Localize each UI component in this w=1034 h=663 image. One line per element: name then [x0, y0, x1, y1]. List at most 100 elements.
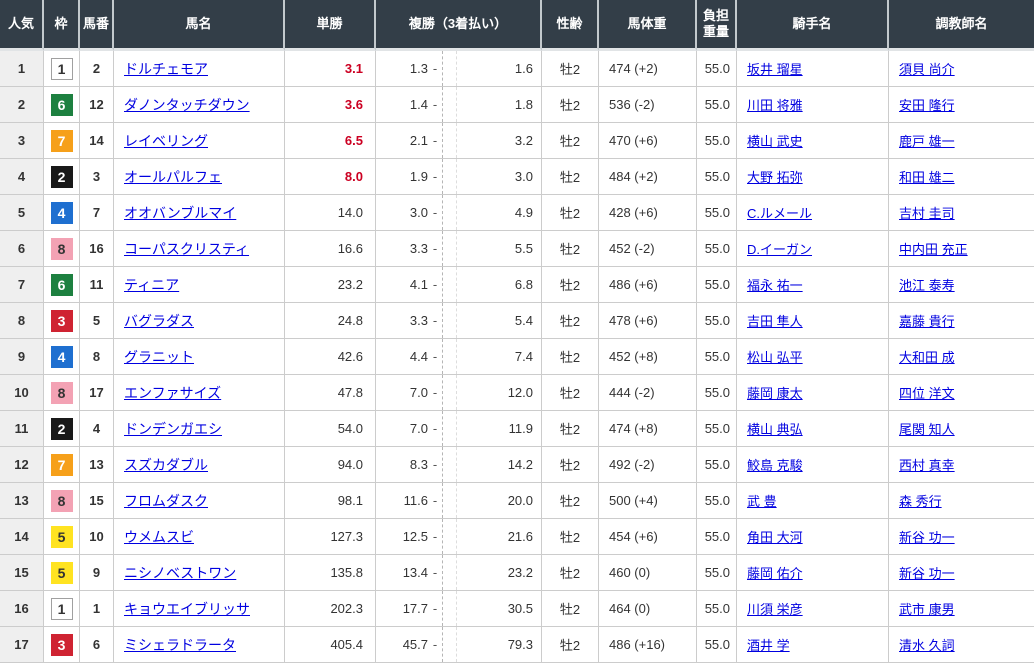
- jockey-link[interactable]: 横山 武史: [747, 134, 803, 149]
- horse-name-link[interactable]: グラニット: [124, 349, 194, 365]
- horse-name-link[interactable]: オールパルフェ: [124, 169, 222, 185]
- horse-name-link[interactable]: ダノンタッチダウン: [124, 97, 250, 113]
- column-header-fukusho: 複勝（3着払い）: [376, 0, 542, 51]
- trainer-link[interactable]: 和田 雄二: [899, 170, 955, 185]
- jockey-link[interactable]: 酒井 学: [747, 638, 790, 653]
- trainer-link[interactable]: 森 秀行: [899, 494, 942, 509]
- horse-name-link[interactable]: ウメムスビ: [124, 529, 194, 545]
- sex-age-value: 牡2: [560, 206, 580, 221]
- jockey-link[interactable]: 福永 祐一: [747, 278, 803, 293]
- popularity-value: 5: [18, 205, 25, 220]
- jockey-link[interactable]: C.ルメール: [747, 206, 812, 221]
- place-odds-high: 79.3: [457, 637, 541, 652]
- jockey-link[interactable]: 川田 将雅: [747, 98, 803, 113]
- popularity-cell: 3: [0, 123, 44, 159]
- trainer-link[interactable]: 新谷 功一: [899, 566, 955, 581]
- horse-name-link[interactable]: スズカダブル: [124, 457, 208, 473]
- sex-age-value: 牡2: [560, 134, 580, 149]
- place-odds-cell: 1.9-3.0: [376, 159, 542, 195]
- trainer-link[interactable]: 嘉藤 貴行: [899, 314, 955, 329]
- trainer-cell: 清水 久詞: [889, 627, 1034, 663]
- horse-weight-cell: 460 (0): [599, 555, 697, 591]
- sex-age-cell: 牡2: [542, 627, 599, 663]
- frame-badge: 8: [51, 238, 73, 260]
- column-header-bataiju: 馬体重: [599, 0, 697, 51]
- trainer-link[interactable]: 鹿戸 雄一: [899, 134, 955, 149]
- trainer-cell: 須貝 尚介: [889, 51, 1034, 87]
- horse-name-link[interactable]: コーパスクリスティ: [124, 241, 249, 257]
- place-odds-range: 4.4-7.4: [376, 339, 541, 374]
- trainer-link[interactable]: 新谷 功一: [899, 530, 955, 545]
- horse-name-cell: ドンデンガエシ: [114, 411, 285, 447]
- win-odds-cell: 127.3: [285, 519, 376, 555]
- jockey-cell: 坂井 瑠星: [737, 51, 889, 87]
- horse-name-link[interactable]: ドルチェモア: [124, 61, 208, 77]
- horse-name-link[interactable]: オオバンブルマイ: [124, 205, 236, 221]
- place-odds-cell: 1.3-1.6: [376, 51, 542, 87]
- carried-weight-cell: 55.0: [697, 303, 737, 339]
- table-row: 1559ニシノベストワン135.813.4-23.2牡2460 (0)55.0藤…: [0, 555, 1034, 591]
- horse-weight-value: 486 (+16): [609, 637, 665, 652]
- win-odds-value: 47.8: [338, 385, 363, 400]
- place-odds-low: 3.3: [376, 313, 428, 328]
- jockey-link[interactable]: 武 豊: [747, 494, 777, 509]
- place-odds-high: 1.8: [457, 97, 541, 112]
- trainer-link[interactable]: 清水 久詞: [899, 638, 955, 653]
- frame-badge: 2: [51, 418, 73, 440]
- jockey-link[interactable]: 藤岡 佑介: [747, 566, 803, 581]
- jockey-link[interactable]: 角田 大河: [747, 530, 803, 545]
- sex-age-cell: 牡2: [542, 159, 599, 195]
- horse-name-link[interactable]: キョウエイブリッサ: [124, 601, 250, 617]
- jockey-link[interactable]: 吉田 隼人: [747, 314, 803, 329]
- horse-name-link[interactable]: ティニア: [124, 277, 179, 293]
- carried-weight-cell: 55.0: [697, 267, 737, 303]
- trainer-link[interactable]: 須貝 尚介: [899, 62, 955, 77]
- table-row: 1124ドンデンガエシ54.07.0-11.9牡2474 (+8)55.0横山 …: [0, 411, 1034, 447]
- horse-name-link[interactable]: レイベリング: [124, 133, 208, 149]
- horse-name-link[interactable]: バグラダス: [124, 313, 194, 329]
- dashed-guide-line: [443, 483, 457, 518]
- jockey-link[interactable]: 坂井 瑠星: [747, 62, 803, 77]
- jockey-link[interactable]: 川須 栄彦: [747, 602, 803, 617]
- frame-cell: 4: [44, 339, 80, 375]
- trainer-link[interactable]: 西村 真幸: [899, 458, 955, 473]
- popularity-cell: 8: [0, 303, 44, 339]
- trainer-link[interactable]: 安田 隆行: [899, 98, 955, 113]
- jockey-link[interactable]: 鮫島 克駿: [747, 458, 803, 473]
- place-odds-low: 11.6: [376, 493, 428, 508]
- jockey-link[interactable]: 藤岡 康太: [747, 386, 803, 401]
- dashed-guide-line: [443, 159, 457, 194]
- horse-name-cell: ミシェラドラータ: [114, 627, 285, 663]
- sex-age-value: 牡2: [560, 98, 580, 113]
- sex-age-cell: 牡2: [542, 519, 599, 555]
- trainer-link[interactable]: 吉村 圭司: [899, 206, 955, 221]
- trainer-link[interactable]: 武市 康男: [899, 602, 955, 617]
- trainer-cell: 嘉藤 貴行: [889, 303, 1034, 339]
- trainer-link[interactable]: 大和田 成: [899, 350, 955, 365]
- horse-name-link[interactable]: エンファサイズ: [124, 385, 221, 401]
- sex-age-cell: 牡2: [542, 267, 599, 303]
- horse-weight-cell: 452 (+8): [599, 339, 697, 375]
- trainer-link[interactable]: 尾関 知人: [899, 422, 955, 437]
- horse-weight-value: 428 (+6): [609, 205, 658, 220]
- horse-name-link[interactable]: ミシェラドラータ: [124, 637, 236, 653]
- trainer-link[interactable]: 中内田 充正: [899, 242, 968, 257]
- horse-number-cell: 1: [80, 591, 114, 627]
- horse-name-link[interactable]: フロムダスク: [124, 493, 208, 509]
- place-odds-low: 8.3: [376, 457, 428, 472]
- place-odds-high: 11.9: [457, 421, 541, 436]
- horse-name-link[interactable]: ドンデンガエシ: [124, 421, 222, 437]
- win-odds-value: 16.6: [338, 241, 363, 256]
- jockey-link[interactable]: D.イーガン: [747, 242, 812, 257]
- horse-name-link[interactable]: ニシノベストワン: [124, 565, 236, 581]
- jockey-link[interactable]: 横山 典弘: [747, 422, 803, 437]
- jockey-link[interactable]: 松山 弘平: [747, 350, 803, 365]
- sex-age-cell: 牡2: [542, 339, 599, 375]
- trainer-link[interactable]: 池江 泰寿: [899, 278, 955, 293]
- horse-number-cell: 7: [80, 195, 114, 231]
- horse-weight-value: 452 (-2): [609, 241, 655, 256]
- range-separator: -: [428, 385, 442, 400]
- trainer-link[interactable]: 四位 洋文: [899, 386, 955, 401]
- jockey-link[interactable]: 大野 拓弥: [747, 170, 803, 185]
- win-odds-cell: 6.5: [285, 123, 376, 159]
